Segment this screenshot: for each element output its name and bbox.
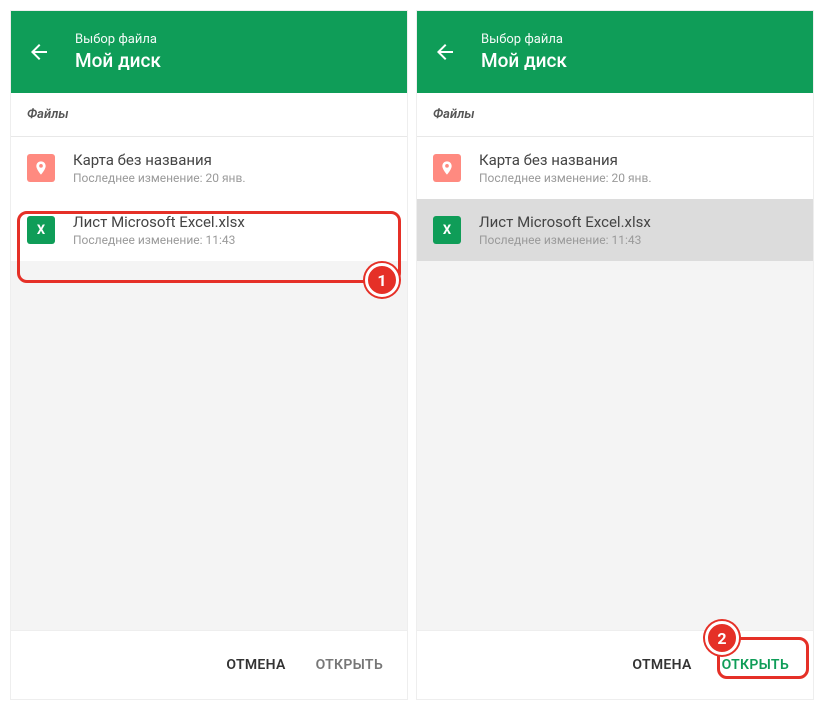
app-header: Выбор файла Мой диск	[417, 11, 813, 93]
file-row-texts: Лист Microsoft Excel.xlsx Последнее изме…	[73, 213, 245, 247]
file-row-excel[interactable]: X Лист Microsoft Excel.xlsx Последнее из…	[11, 199, 407, 261]
file-title: Лист Microsoft Excel.xlsx	[479, 213, 651, 231]
footer-actions: ОТМЕНА ОТКРЫТЬ	[417, 630, 813, 699]
cancel-button[interactable]: ОТМЕНА	[622, 649, 701, 681]
file-row-texts: Лист Microsoft Excel.xlsx Последнее изме…	[479, 213, 651, 247]
section-label: Файлы	[11, 93, 407, 137]
open-button[interactable]: ОТКРЫТЬ	[712, 649, 799, 681]
arrow-left-icon	[433, 40, 457, 64]
back-button[interactable]	[433, 40, 457, 64]
file-list: Карта без названия Последнее изменение: …	[417, 137, 813, 261]
screen-step-1: Выбор файла Мой диск Файлы Карта без наз…	[10, 10, 408, 700]
file-row-map[interactable]: Карта без названия Последнее изменение: …	[11, 137, 407, 199]
file-row-texts: Карта без названия Последнее изменение: …	[73, 151, 246, 185]
open-button[interactable]: ОТКРЫТЬ	[306, 649, 393, 681]
header-titles: Выбор файла Мой диск	[75, 32, 161, 72]
header-subtitle: Выбор файла	[75, 32, 161, 47]
header-title: Мой диск	[75, 49, 161, 72]
footer-actions: ОТМЕНА ОТКРЫТЬ	[11, 630, 407, 699]
file-title: Карта без названия	[479, 151, 652, 169]
back-button[interactable]	[27, 40, 51, 64]
arrow-left-icon	[27, 40, 51, 64]
app-header: Выбор файла Мой диск	[11, 11, 407, 93]
step-badge-1: 1	[365, 263, 399, 297]
file-subtitle: Последнее изменение: 20 янв.	[479, 171, 652, 185]
header-title: Мой диск	[481, 49, 567, 72]
file-subtitle: Последнее изменение: 20 янв.	[73, 171, 246, 185]
cancel-button[interactable]: ОТМЕНА	[216, 649, 295, 681]
excel-icon: X	[27, 216, 55, 244]
file-title: Лист Microsoft Excel.xlsx	[73, 213, 245, 231]
section-label: Файлы	[417, 93, 813, 137]
file-subtitle: Последнее изменение: 11:43	[479, 233, 651, 247]
file-subtitle: Последнее изменение: 11:43	[73, 233, 245, 247]
file-list: Карта без названия Последнее изменение: …	[11, 137, 407, 261]
file-row-map[interactable]: Карта без названия Последнее изменение: …	[417, 137, 813, 199]
header-titles: Выбор файла Мой диск	[481, 32, 567, 72]
file-title: Карта без названия	[73, 151, 246, 169]
file-row-texts: Карта без названия Последнее изменение: …	[479, 151, 652, 185]
header-subtitle: Выбор файла	[481, 32, 567, 47]
file-row-excel[interactable]: X Лист Microsoft Excel.xlsx Последнее из…	[417, 199, 813, 261]
map-pin-icon	[433, 154, 461, 182]
screen-step-2: Выбор файла Мой диск Файлы Карта без наз…	[416, 10, 814, 700]
map-pin-icon	[27, 154, 55, 182]
excel-icon: X	[433, 216, 461, 244]
